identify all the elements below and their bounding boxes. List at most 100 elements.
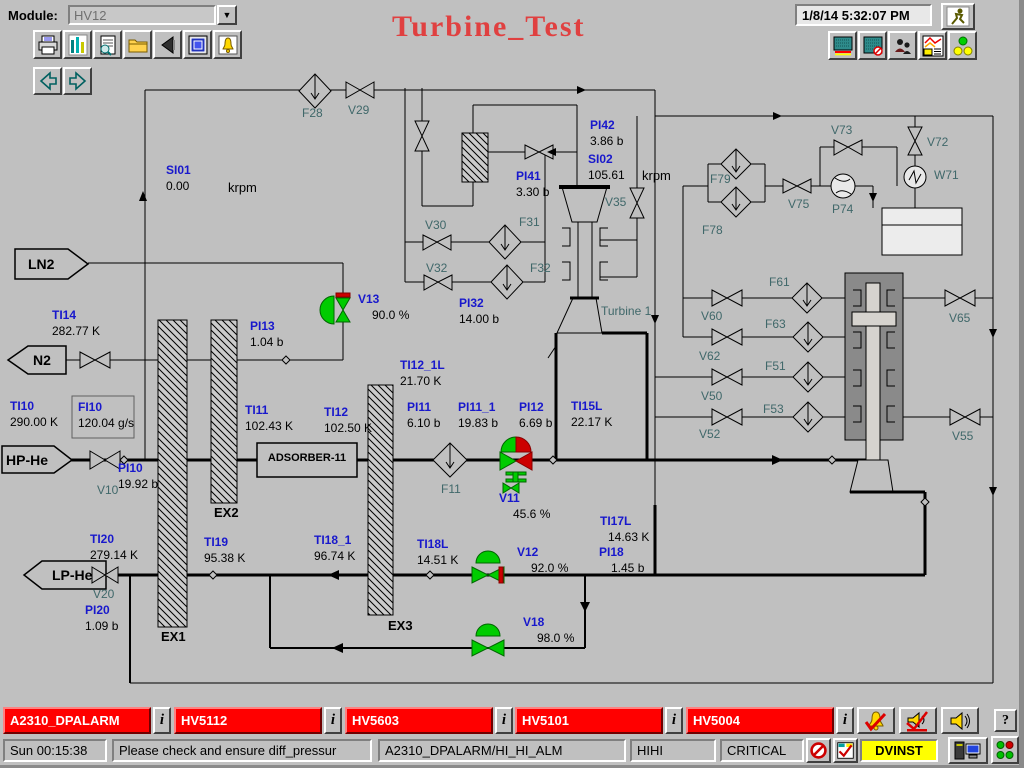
instrument-pi32[interactable]: PI3214.00 b [459,295,499,327]
control-valve-v11[interactable] [500,437,532,493]
filter-f78[interactable] [721,187,751,217]
valve-v72[interactable] [908,127,922,155]
open-folder-button[interactable] [123,30,152,59]
instrument-ti12-1l[interactable]: TI12_1L21.70 K [400,357,445,389]
valve-top-vertical[interactable] [415,121,429,151]
filter-f28[interactable] [299,74,331,108]
alarm-verify-button[interactable] [833,738,858,763]
alarm-list-button[interactable] [213,30,242,59]
valve-v73[interactable] [834,140,862,155]
valve-v29[interactable] [346,82,374,98]
help-button[interactable]: ? [994,709,1017,732]
instrument-ti15l[interactable]: TI15L22.17 K [571,398,612,430]
turbine-2[interactable] [850,460,893,492]
valve-v20[interactable] [92,567,118,583]
instrument-ti19[interactable]: TI1995.38 K [204,534,245,566]
alarm-info-button-2[interactable]: i [324,707,342,734]
trend-button[interactable] [63,30,92,59]
valve-v65[interactable] [945,290,975,306]
run-button[interactable] [941,3,975,30]
control-valve-v13[interactable] [320,293,350,324]
filter-f63[interactable] [793,322,823,352]
instrument-ti10[interactable]: TI10290.00 K [10,398,58,430]
instrument-si02[interactable]: SI02105.61 [588,151,625,183]
filter-f32[interactable] [491,265,523,299]
instrument-pi11-1[interactable]: PI11_119.83 b [458,399,498,431]
valve-v75[interactable] [783,179,811,193]
filter-f31[interactable] [489,225,521,259]
alarm-button-hv5603[interactable]: HV5603 [345,707,493,734]
instrument-ti17l[interactable]: TI17L14.63 K [600,513,649,545]
heater-w71[interactable] [904,166,926,188]
valve-n2[interactable] [80,352,110,368]
alarm-button-hv5101[interactable]: HV5101 [515,707,663,734]
valve-v55[interactable] [950,409,980,425]
oil-tank[interactable] [882,208,962,255]
alarm-ack-button[interactable] [857,707,895,734]
valve-v10[interactable] [90,451,120,469]
instrument-fi10[interactable]: FI10120.04 g/s [78,399,134,431]
instrument-pi10[interactable]: PI1019.92 b [118,460,158,492]
nav-back-button[interactable] [33,67,62,95]
exchanger-ex1[interactable] [158,320,187,627]
instrument-pi12[interactable]: PI126.69 b [519,399,552,431]
pump-p74[interactable] [831,174,855,198]
alarm-info-button-3[interactable]: i [495,707,513,734]
alarm-button-hv5004[interactable]: HV5004 [686,707,834,734]
instrument-pi13[interactable]: PI131.04 b [250,318,283,350]
valve-v50[interactable] [712,369,742,385]
instrument-ti14[interactable]: TI14282.77 K [52,307,100,339]
control-valve-v12[interactable] [472,551,504,583]
panel-disable-button[interactable] [858,31,887,60]
alarm-suppress-button[interactable] [806,738,831,763]
alarm-info-button-4[interactable]: i [665,707,683,734]
instrument-si01[interactable]: SI010.00 [166,162,191,194]
back-button[interactable] [153,30,182,59]
comm-status-button[interactable] [991,736,1019,764]
controller-v18[interactable]: V1898.0 % [523,614,574,646]
trend-report-button[interactable] [918,31,947,60]
filter-f11[interactable] [433,443,467,477]
control-valve-v18[interactable] [472,624,504,656]
valve-pi41-line[interactable] [525,145,553,159]
alarm-info-button-5[interactable]: i [836,707,854,734]
status-lights-button[interactable] [948,31,977,60]
valve-v60[interactable] [712,290,742,306]
instrument-ti20[interactable]: TI20279.14 K [90,531,138,563]
valve-v52[interactable] [712,409,742,425]
instrument-ti18-1[interactable]: TI18_196.74 K [314,532,355,564]
brake-vessel[interactable] [845,273,903,460]
workstation-button[interactable] [948,737,988,764]
alarm-button-hv5112[interactable]: HV5112 [174,707,322,734]
instrument-pi11[interactable]: PI116.10 b [407,399,440,431]
controller-v13[interactable]: V1390.0 % [358,291,409,323]
alarm-button-a2310-dpalarm[interactable]: A2310_DPALARM [3,707,151,734]
valve-v35[interactable] [630,188,644,218]
exchanger-ex2[interactable] [211,320,237,503]
instrument-ti12[interactable]: TI12102.50 K [324,404,372,436]
filter-f53[interactable] [793,402,823,432]
print-button[interactable] [33,30,62,59]
controller-v12[interactable]: V1292.0 % [517,544,568,576]
display-button[interactable] [183,30,212,59]
panel-view-button[interactable] [828,31,857,60]
exchanger-small[interactable] [462,133,488,182]
filter-f51[interactable] [793,362,823,392]
valve-v32[interactable] [424,275,452,290]
instrument-ti11[interactable]: TI11102.43 K [245,402,293,434]
controller-v11[interactable]: V1145.6 % [499,490,550,522]
horn-silence-button[interactable] [899,707,937,734]
alarm-info-button-1[interactable]: i [153,707,171,734]
nav-forward-button[interactable] [63,67,92,95]
instrument-pi42[interactable]: PI423.86 b [590,117,623,149]
report-button[interactable] [93,30,122,59]
instrument-pi20[interactable]: PI201.09 b [85,602,118,634]
module-dropdown-arrow[interactable]: ▼ [217,5,237,25]
horn-enable-button[interactable] [941,707,979,734]
module-dropdown[interactable]: HV12 [68,5,216,25]
instrument-pi41[interactable]: PI413.30 b [516,168,549,200]
instrument-pi18[interactable]: PI181.45 b [599,544,644,576]
operators-button[interactable] [888,31,917,60]
instrument-ti18l[interactable]: TI18L14.51 K [417,536,458,568]
valve-v30[interactable] [423,235,451,250]
